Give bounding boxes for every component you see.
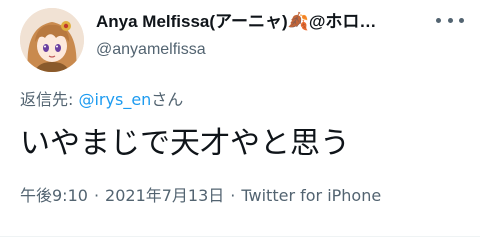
meta-separator: · — [230, 186, 236, 205]
more-options-button[interactable] — [436, 10, 464, 30]
tweet-meta: 午後9:10 · 2021年7月13日 · Twitter for iPhone — [20, 184, 381, 208]
reply-to-line: 返信先: @irys_enさん — [20, 88, 183, 112]
reply-suffix: さん — [151, 90, 184, 109]
reply-prefix: 返信先: — [20, 90, 79, 109]
tweet-date[interactable]: 2021年7月13日 — [105, 186, 224, 205]
reply-mention-link[interactable]: @irys_en — [78, 90, 151, 109]
more-dots-icon — [447, 17, 453, 23]
avatar[interactable] — [20, 8, 84, 72]
more-dots-icon — [459, 17, 464, 23]
tweet-time[interactable]: 午後9:10 — [20, 186, 88, 205]
tweet-source[interactable]: Twitter for iPhone — [241, 186, 381, 205]
tweet-text: いやまじで天才やと思う — [20, 126, 350, 161]
meta-separator: · — [93, 186, 100, 205]
more-dots-icon — [436, 17, 441, 23]
user-handle[interactable]: @anyamelfissa — [96, 38, 206, 62]
avatar-illustration — [20, 8, 84, 72]
display-name[interactable]: Anya Melfissa(アーニャ)🍂@ホロ… — [96, 10, 416, 34]
divider — [0, 236, 480, 237]
